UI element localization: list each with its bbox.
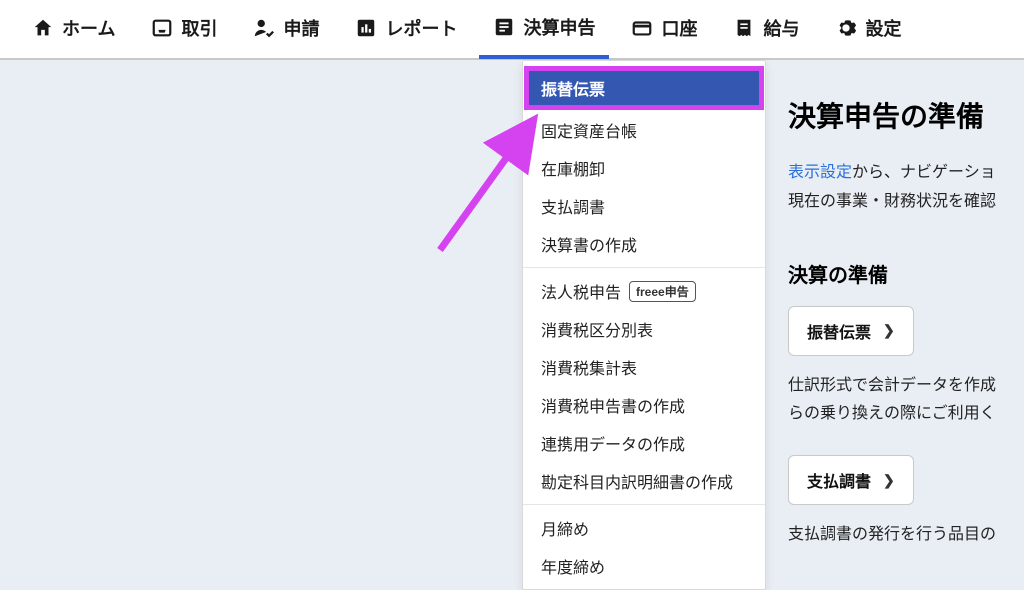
button-desc: 支払調書の発行を行う品目の: [788, 521, 1024, 550]
dropdown-item-tax-class[interactable]: 消費税区分別表: [523, 310, 765, 348]
dropdown-label: 在庫棚卸: [541, 156, 605, 180]
nav-label: 取引: [181, 15, 217, 41]
nav-accounts[interactable]: 口座: [617, 0, 711, 59]
intro-text: 表示設定から、ナビゲーショ: [788, 159, 1024, 188]
dropdown-item-account-detail[interactable]: 勘定科目内訳明細書の作成: [523, 462, 765, 500]
page-title: 決算申告の準備: [788, 95, 1024, 135]
button-desc: らの乗り換えの際にご利用く: [788, 400, 1024, 429]
dropdown-item-export-data[interactable]: 連携用データの作成: [523, 424, 765, 462]
button-label: 振替伝票: [807, 319, 871, 343]
freee-badge: freee申告: [629, 281, 696, 302]
dropdown-label: 消費税集計表: [541, 355, 637, 379]
dropdown-label: 決算書の作成: [541, 232, 637, 256]
dropdown-item-tax-summary[interactable]: 消費税集計表: [523, 348, 765, 386]
dropdown-label: 連携用データの作成: [541, 431, 685, 455]
receipt-icon: [733, 17, 755, 39]
dropdown-section: 振替伝票 固定資産台帳 在庫棚卸 支払調書 決算書の作成: [523, 61, 765, 267]
nav-label: 申請: [283, 15, 319, 41]
dropdown-item-fixed-assets[interactable]: 固定資産台帳: [523, 111, 765, 149]
nav-home[interactable]: ホーム: [18, 0, 129, 59]
nav-requests[interactable]: 申請: [239, 0, 333, 59]
dropdown-item-inventory[interactable]: 在庫棚卸: [523, 149, 765, 187]
chevron-right-icon: ❯: [883, 472, 895, 489]
dropdown-label: 固定資産台帳: [541, 118, 637, 142]
button-desc: 仕訳形式で会計データを作成: [788, 372, 1024, 401]
home-icon: [32, 17, 54, 39]
dropdown-item-year-close[interactable]: 年度締め: [523, 547, 765, 585]
nav-label: 給与: [763, 15, 799, 41]
dropdown-item-closing-docs[interactable]: 決算書の作成: [523, 225, 765, 263]
chevron-right-icon: ❯: [883, 322, 895, 339]
dropdown-label: 年度締め: [541, 554, 605, 578]
display-settings-link[interactable]: 表示設定: [788, 164, 852, 181]
nav-label: 設定: [865, 15, 901, 41]
nav-label: 口座: [661, 15, 697, 41]
gear-icon: [835, 17, 857, 39]
approve-icon: [253, 17, 275, 39]
nav-label: レポート: [385, 15, 457, 41]
dropdown-label: 消費税申告書の作成: [541, 393, 685, 417]
dropdown-label: 勘定科目内訳明細書の作成: [541, 469, 733, 493]
dropdown-label: 支払調書: [541, 194, 605, 218]
dropdown-label: 月締め: [541, 516, 589, 540]
right-panel: 決算申告の準備 表示設定から、ナビゲーショ 現在の事業・財務状況を確認 決算の準…: [788, 95, 1024, 550]
closing-dropdown: 振替伝票 固定資産台帳 在庫棚卸 支払調書 決算書の作成 法人税申告 freee…: [522, 60, 766, 590]
payment-report-button[interactable]: 支払調書 ❯: [788, 455, 914, 505]
report-icon: [355, 17, 377, 39]
nav-label: ホーム: [62, 15, 115, 41]
nav-transactions[interactable]: 取引: [137, 0, 231, 59]
nav-closing[interactable]: 決算申告: [479, 0, 609, 59]
intro-text-2: 現在の事業・財務状況を確認: [788, 188, 1024, 217]
dropdown-label: 消費税区分別表: [541, 317, 653, 341]
tray-icon: [151, 17, 173, 39]
dropdown-item-month-close[interactable]: 月締め: [523, 509, 765, 547]
section-heading: 決算の準備: [788, 259, 1024, 288]
doc-icon: [493, 16, 515, 38]
nav-reports[interactable]: レポート: [341, 0, 471, 59]
dropdown-item-transfer-slip[interactable]: 振替伝票: [527, 69, 761, 107]
dropdown-label: 法人税申告: [541, 279, 621, 303]
card-icon: [631, 17, 653, 39]
dropdown-item-tax-filing[interactable]: 消費税申告書の作成: [523, 386, 765, 424]
dropdown-section: 月締め 年度締め: [523, 504, 765, 589]
button-label: 支払調書: [807, 468, 871, 492]
dropdown-item-corporate-tax[interactable]: 法人税申告 freee申告: [523, 272, 765, 310]
main-nav: ホーム 取引 申請 レポート 決算申告 口座 給与: [0, 0, 1024, 60]
nav-label: 決算申告: [523, 14, 595, 40]
transfer-slip-button[interactable]: 振替伝票 ❯: [788, 306, 914, 356]
nav-settings[interactable]: 設定: [821, 0, 915, 59]
dropdown-item-payment-report[interactable]: 支払調書: [523, 187, 765, 225]
nav-payroll[interactable]: 給与: [719, 0, 813, 59]
dropdown-section: 法人税申告 freee申告 消費税区分別表 消費税集計表 消費税申告書の作成 連…: [523, 267, 765, 504]
dropdown-label: 振替伝票: [541, 76, 605, 100]
